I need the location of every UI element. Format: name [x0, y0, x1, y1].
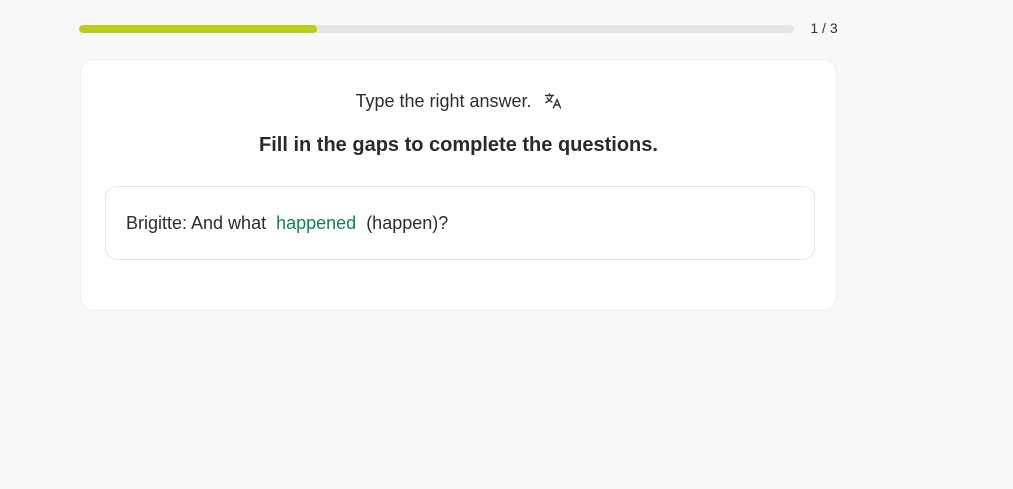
- instruction-row: Type the right answer.: [81, 89, 836, 113]
- question-item: Brigitte: And what happened (happen)?: [105, 186, 815, 260]
- translate-icon[interactable]: [544, 92, 562, 110]
- progress-counter: 1 / 3: [810, 20, 838, 36]
- exercise-card: Type the right answer. Fill in the gaps …: [80, 59, 837, 311]
- instruction-text: Type the right answer.: [355, 91, 532, 111]
- answer-input[interactable]: happened: [266, 211, 366, 235]
- question-suffix: (happen)?: [366, 213, 449, 233]
- exercise-page: 1 / 3 Type the right answer. Fill in the…: [0, 0, 1013, 489]
- question-prefix: Brigitte: And what: [126, 213, 267, 233]
- exercise-title: Fill in the gaps to complete the questio…: [259, 134, 658, 156]
- progress-bar-fill: [79, 25, 318, 33]
- progress-bar: [79, 25, 794, 33]
